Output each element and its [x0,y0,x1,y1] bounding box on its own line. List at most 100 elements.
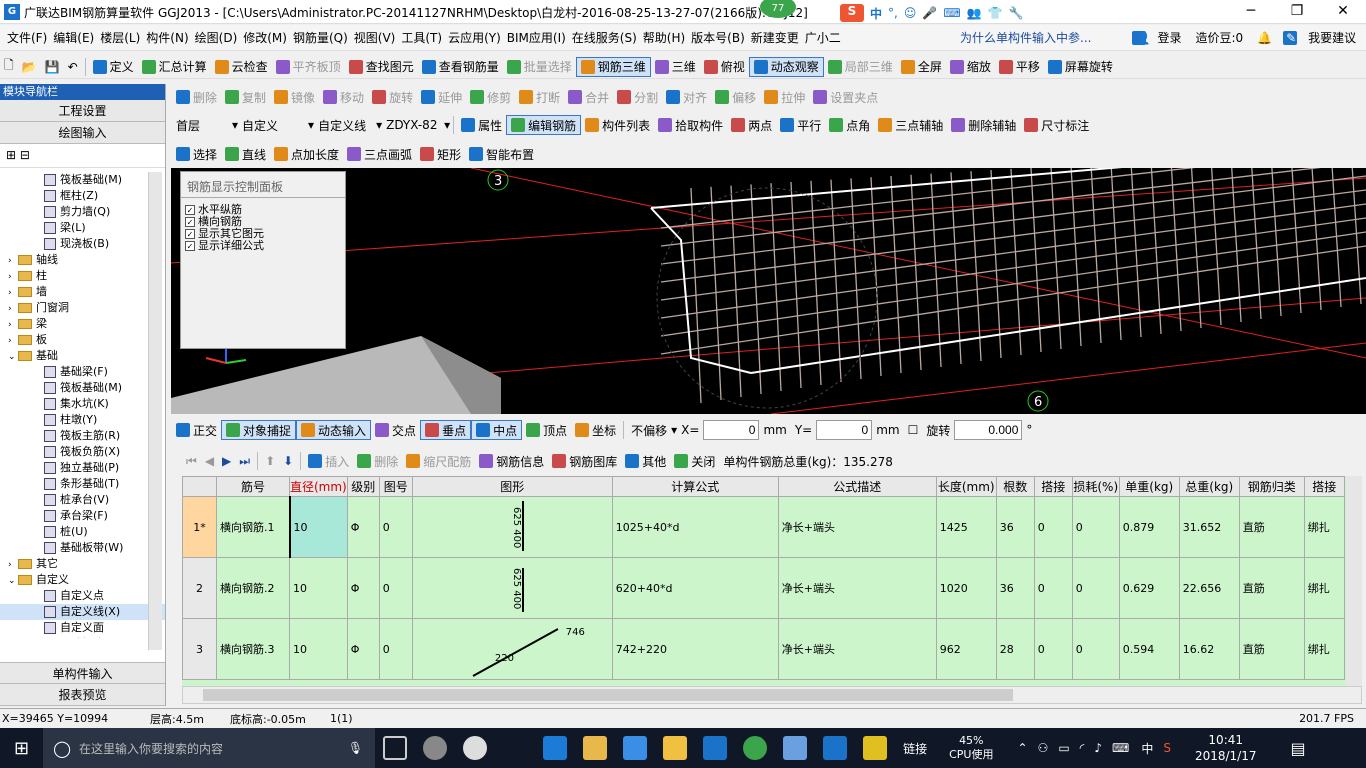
subtype-select[interactable]: 自定义线 [314,115,376,135]
tree-toggle-9[interactable]: › [8,317,18,333]
grid-cell-dia[interactable]: 10 [288,496,348,558]
menu-item-3[interactable]: 构件(N) [143,29,191,46]
grid-cell-grade[interactable]: Φ [346,496,380,558]
tree-node-25[interactable]: ⌄ 自定义 [0,572,165,588]
tb1-button-4[interactable]: 查找图元 [345,57,418,77]
mic-icon[interactable]: 🎙 [348,741,363,755]
tree-toggle-7[interactable]: › [8,285,18,301]
menu-item-0[interactable]: 文件(F) [4,29,50,46]
menu-item-5[interactable]: 修改(M) [240,29,290,46]
people-icon[interactable]: ⚇ [1038,741,1049,755]
tb2-button-7[interactable]: 打断 [515,87,564,107]
grid-cell-total[interactable]: 31.652 [1178,496,1240,558]
tree-node-6[interactable]: › 柱 [0,268,165,284]
grid-cell-grade[interactable]: Φ [346,557,380,619]
grid-cell-unit[interactable]: 0.629 [1118,557,1180,619]
menu-item-2[interactable]: 楼层(L) [97,29,143,46]
grid-cell-name[interactable]: 横向钢筋.3 [216,618,290,680]
tb1-button-7[interactable]: 钢筋三维 [575,56,651,77]
grid-header-13[interactable]: 总重(kg) [1178,476,1240,497]
menu-item-13[interactable]: 版本号(B) [688,29,748,46]
tree-node-29[interactable]: 尺寸标注(W) [0,636,165,638]
grid-cell-fig[interactable]: 0 [378,618,413,680]
tb1-button-12[interactable]: 全屏 [897,57,946,77]
offset-select[interactable]: 不偏移 [627,420,671,440]
tb3-button-8[interactable]: 删除辅轴 [947,115,1020,135]
grid-cell-desc[interactable]: 净长+端头 [777,618,937,680]
undo-icon[interactable]: ↶ [64,57,82,77]
tree-node-2[interactable]: 剪力墙(Q) [0,204,165,220]
tb1-button-11[interactable]: 局部三维 [824,57,897,77]
menu-item-7[interactable]: 视图(V) [351,29,399,46]
grid-cell-lap[interactable]: 0 [1033,496,1073,558]
grid-cell-lap[interactable]: 0 [1033,618,1073,680]
tb3-button-4[interactable]: 两点 [727,115,776,135]
tb3-button-2[interactable]: 构件列表 [581,115,654,135]
tree-node-13[interactable]: 筏板基础(M) [0,380,165,396]
tree-toggle-6[interactable]: › [8,269,18,285]
menu-item-9[interactable]: 云应用(Y) [445,29,504,46]
tb1-button-2[interactable]: 云检查 [211,57,272,77]
next-record-icon[interactable]: ▶ [218,451,235,471]
type-select[interactable]: 自定义 [238,115,308,135]
tb1-button-6[interactable]: 批量选择 [503,57,576,77]
keyboard-icon[interactable]: ⌨ [1112,741,1129,755]
task-view-icon[interactable] [383,736,408,760]
tb2-button-4[interactable]: 旋转 [368,87,417,107]
tb1-button-8[interactable]: 三维 [651,57,700,77]
grid-cell-len[interactable]: 1425 [935,496,997,558]
tree-expand-tools[interactable]: ⊞ ⊟ [0,144,165,168]
browser-e-icon[interactable] [463,736,488,760]
tree-node-5[interactable]: › 轴线 [0,252,165,268]
tb4-button-4[interactable]: 矩形 [416,144,465,164]
tb2-button-2[interactable]: 镜像 [270,87,319,107]
grid-cell-desc[interactable]: 净长+端头 [777,496,937,558]
grid-cell-cls[interactable]: 直筋 [1238,557,1305,619]
tree-node-22[interactable]: 桩(U) [0,524,165,540]
tree-node-8[interactable]: › 门窗洞 [0,300,165,316]
menu-item-10[interactable]: BIM应用(I) [504,29,569,46]
ie-icon[interactable] [623,736,648,760]
grid-cell-desc[interactable]: 净长+端头 [777,557,937,619]
tb1-button-15[interactable]: 屏幕旋转 [1044,57,1117,77]
maximize-button[interactable]: ❐ [1274,0,1320,24]
grid-cell-name[interactable]: 横向钢筋.1 [216,496,290,558]
grid-header-4[interactable]: 图号 [378,476,413,497]
tb1-button-0[interactable]: 定义 [89,57,138,77]
grid-cell-fig[interactable]: 0 [378,496,413,558]
app-icon[interactable] [783,736,808,760]
tb4-button-1[interactable]: 直线 [221,144,270,164]
grid-row[interactable]: 2 横向钢筋.2 10 Φ 0 625 400 620+40*d 净长+端头 1020 36 0 0 0… [182,557,1345,619]
tb3-button-3[interactable]: 拾取构件 [654,115,727,135]
glodon-icon[interactable] [703,736,728,760]
menu-item-14[interactable]: 新建变更 [748,29,802,46]
tb1-button-9[interactable]: 俯视 [700,57,749,77]
grid-cell-lap[interactable]: 0 [1033,557,1073,619]
floor-select[interactable]: 首层 [172,115,232,135]
grid-cell-count[interactable]: 36 [995,496,1035,558]
menu-item-6[interactable]: 钢筋量(Q) [290,29,351,46]
grid-header-11[interactable]: 损耗(%) [1071,476,1120,497]
tree-node-7[interactable]: › 墙 [0,284,165,300]
grid-button-1[interactable]: 删除 [353,451,402,471]
tb2-button-10[interactable]: 对齐 [662,87,711,107]
tree-toggle-25[interactable]: ⌄ [8,573,18,589]
checkbox-icon[interactable]: ✓ [185,229,195,239]
single-component-input-button[interactable]: 单构件输入 [0,662,165,684]
faq-link[interactable]: 为什么单构件输入中参... [957,29,1094,46]
windows-start-icon[interactable]: ⊞ [14,738,29,759]
grid-cell-loss[interactable]: 0 [1071,496,1120,558]
search-box[interactable]: ◯ 在这里输入你要搜索的内容 🎙 [43,728,376,768]
last-record-icon[interactable]: ⏭ [235,451,254,471]
tree-node-24[interactable]: › 其它 [0,556,165,572]
tb4-button-5[interactable]: 智能布置 [465,144,538,164]
drawing-input-button[interactable]: 绘图输入 [0,122,165,144]
grid-header-1[interactable]: 筋号 [216,476,290,497]
grid-cell-unit[interactable]: 0.879 [1118,496,1180,558]
grid-vscrollbar[interactable] [1346,476,1362,686]
tb4-button-0[interactable]: 选择 [172,144,221,164]
grid-cell-formula[interactable]: 1025+40*d [611,496,779,558]
grid-cell-laptype[interactable]: 绑扎 [1303,618,1345,680]
snap-button-1[interactable]: 对象捕捉 [221,420,297,440]
tree-node-3[interactable]: 梁(L) [0,220,165,236]
